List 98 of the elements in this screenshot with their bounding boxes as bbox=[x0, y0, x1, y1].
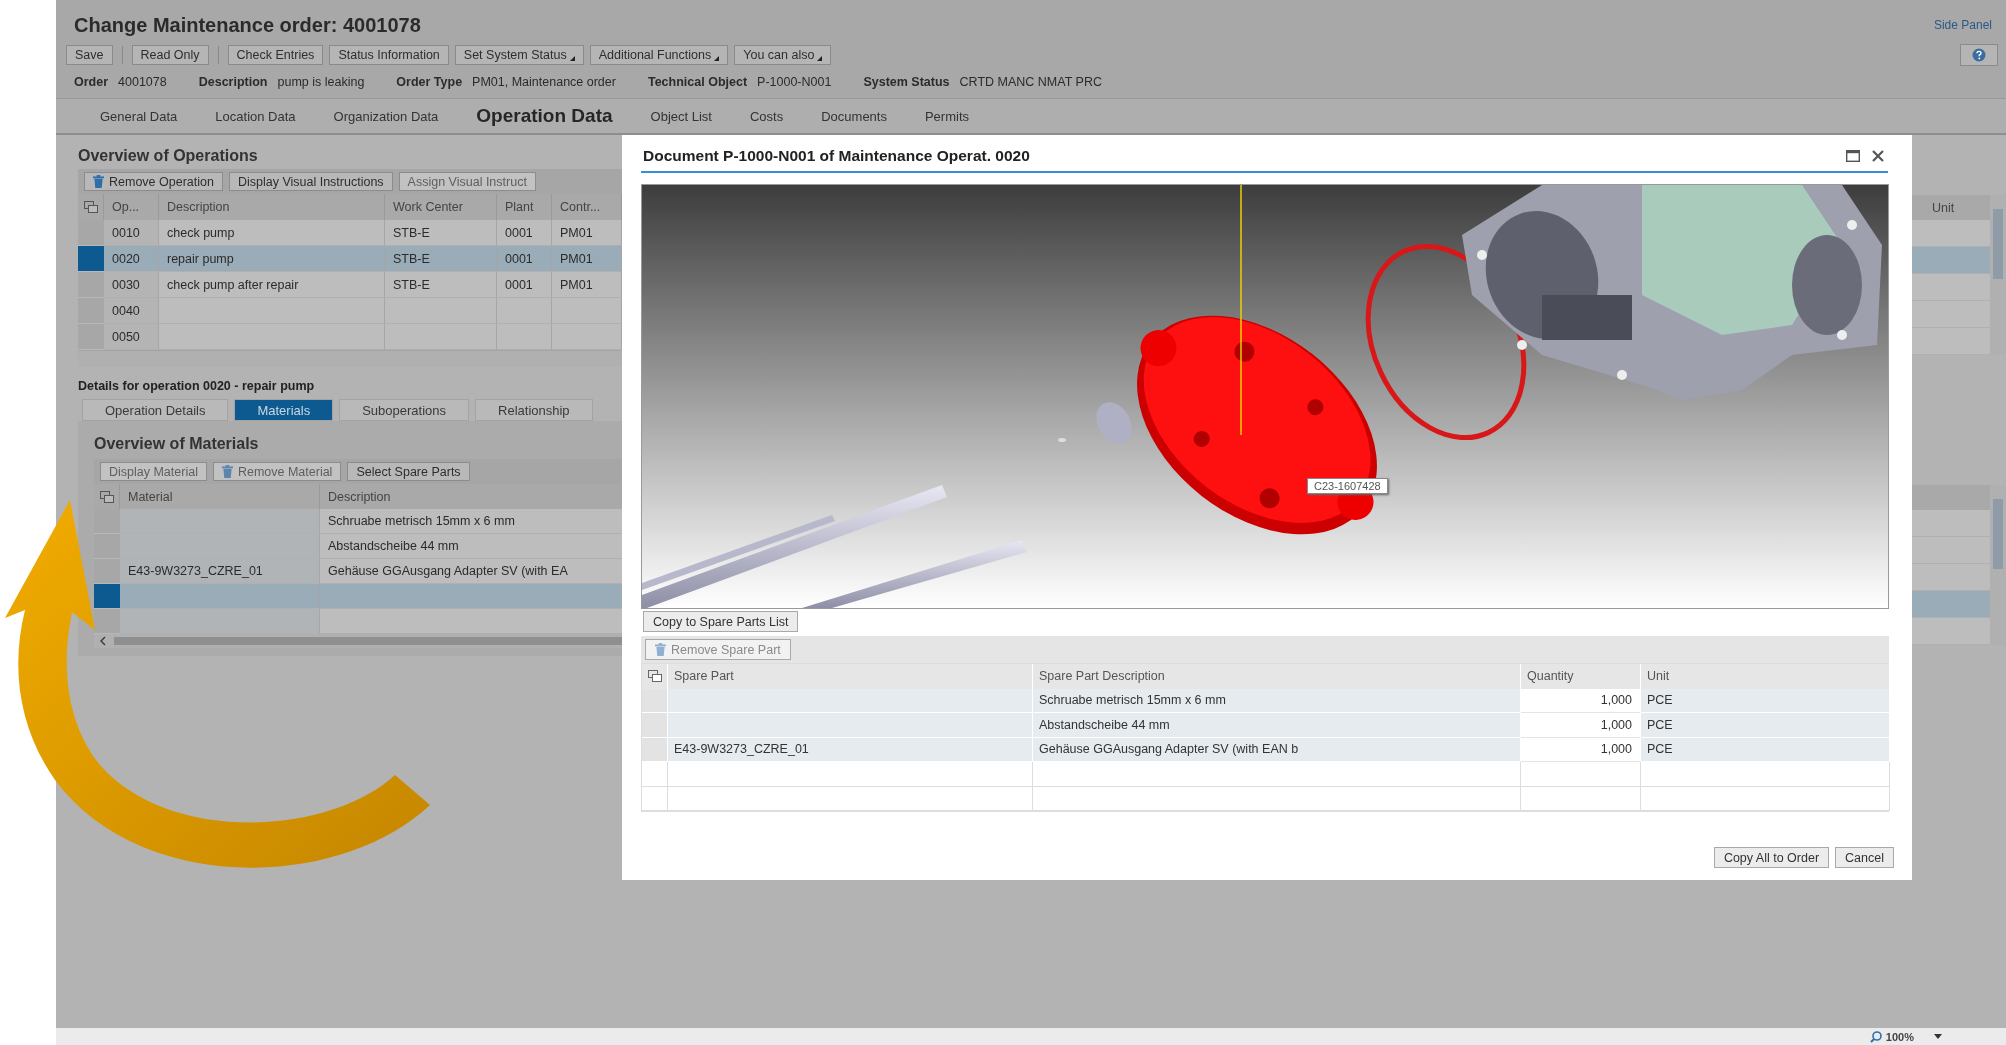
toolbar-button[interactable]: Remove Operation bbox=[84, 172, 223, 191]
toolbar-button[interactable]: Additional Functions bbox=[589, 45, 729, 65]
table-cell: PCE bbox=[1641, 688, 1890, 713]
table-cell: repair pump bbox=[159, 246, 385, 272]
field-label: System Status bbox=[863, 75, 950, 91]
table-cell: check pump after repair bbox=[159, 272, 385, 298]
dropdown-icon bbox=[714, 56, 720, 61]
field-label: Technical Object bbox=[647, 75, 748, 91]
tab[interactable]: Materials bbox=[234, 399, 334, 421]
tab[interactable]: Object List bbox=[636, 108, 726, 124]
table-cell: 0020 bbox=[104, 246, 159, 272]
field-label: Description bbox=[198, 75, 268, 91]
scrollbar-thumb[interactable] bbox=[114, 637, 622, 645]
table-cell: STB-E bbox=[385, 246, 497, 272]
tab[interactable]: Documents bbox=[807, 108, 901, 124]
column-settings-icon[interactable] bbox=[84, 201, 98, 213]
toolbar-button[interactable]: Read Only bbox=[131, 45, 209, 65]
help-icon bbox=[1972, 48, 1986, 62]
trash-icon bbox=[221, 465, 233, 478]
dialog-title: Document P-1000-N001 of Maintenance Operat. 0020 bbox=[643, 147, 1031, 165]
section-title: Overview of Materials bbox=[94, 435, 260, 453]
section-title: Overview of Operations bbox=[78, 147, 259, 165]
table-cell: PM01 bbox=[552, 272, 622, 298]
toolbar-button[interactable]: Select Spare Parts bbox=[347, 462, 470, 481]
field-value: P-1000-N001 bbox=[757, 75, 832, 91]
zoom-icon[interactable] bbox=[1869, 1030, 1882, 1043]
trash-icon bbox=[655, 643, 666, 656]
table-cell: E43-9W3273_CZRE_01 bbox=[668, 737, 1033, 762]
table-cell: Abstandscheibe 44 mm bbox=[1033, 713, 1521, 738]
table-cell: 0001 bbox=[497, 246, 552, 272]
field-value: pump is leaking bbox=[277, 75, 365, 91]
table-cell: STB-E bbox=[385, 272, 497, 298]
column-settings-icon[interactable] bbox=[648, 670, 662, 683]
scroll-left-icon[interactable] bbox=[100, 636, 106, 646]
dialog-button[interactable]: Cancel bbox=[1835, 847, 1894, 868]
trash-icon bbox=[93, 175, 104, 188]
table-cell bbox=[552, 298, 622, 324]
column-header: Contr... bbox=[552, 194, 622, 220]
column-header: Op... bbox=[104, 194, 159, 220]
table-cell: Gehäuse GGAusgang Adapter SV (with EAN b bbox=[1033, 737, 1521, 762]
dropdown-icon bbox=[817, 56, 823, 61]
field-label: Order bbox=[74, 75, 109, 91]
field-value: CRTD MANC NMAT PRC bbox=[959, 75, 1102, 91]
tab[interactable]: Relationship bbox=[475, 399, 593, 421]
table-cell bbox=[552, 324, 622, 350]
table-cell: check pump bbox=[159, 220, 385, 246]
column-header: Description bbox=[159, 194, 385, 220]
tab[interactable]: Location Data bbox=[201, 108, 310, 124]
toolbar-button[interactable]: Status Information bbox=[329, 45, 449, 65]
tab[interactable]: Costs bbox=[735, 108, 798, 124]
row-selector[interactable] bbox=[78, 246, 104, 272]
table-cell: STB-E bbox=[385, 220, 497, 246]
caret-icon[interactable] bbox=[1934, 1034, 1942, 1039]
tab[interactable]: Operation Details bbox=[82, 399, 229, 421]
side-panel-link[interactable]: Side Panel bbox=[1933, 18, 1992, 32]
column-header: Work Center bbox=[385, 194, 497, 220]
zoom-level: 100% bbox=[1885, 1030, 1914, 1043]
column-settings-icon[interactable] bbox=[100, 490, 114, 503]
details-title: Details for operation 0020 - repair pump bbox=[78, 379, 316, 393]
tab[interactable]: General Data bbox=[86, 108, 192, 124]
table-cell: PCE bbox=[1641, 713, 1890, 738]
table-cell: E43-9W3273_CZRE_01 bbox=[120, 559, 320, 584]
page-title: Change Maintenance order: 4001078 bbox=[74, 13, 421, 37]
help-button[interactable] bbox=[1960, 44, 1998, 66]
table-cell: PM01 bbox=[552, 246, 622, 272]
part-label: C23-1607428 bbox=[1307, 478, 1388, 494]
toolbar-button[interactable]: Display Visual Instructions bbox=[228, 172, 393, 191]
field-value: 4001078 bbox=[118, 75, 167, 91]
field-label: Order Type bbox=[396, 75, 463, 91]
field-value: PM01, Maintenance order bbox=[472, 75, 616, 91]
copy-to-list-button[interactable]: Copy to Spare Parts List bbox=[643, 611, 799, 632]
column-header: Unit bbox=[1931, 199, 1956, 217]
column-header: Spare Part Description bbox=[1033, 664, 1521, 689]
table-cell: PCE bbox=[1641, 737, 1890, 762]
exploded-pump-drawing[interactable] bbox=[642, 185, 1888, 608]
tab[interactable]: Permits bbox=[910, 108, 983, 124]
dialog-button[interactable]: Copy All to Order bbox=[1713, 847, 1830, 868]
column-header: Spare Part bbox=[668, 664, 1033, 689]
table-cell: 0001 bbox=[497, 272, 552, 298]
horizontal-scrollbar[interactable] bbox=[94, 634, 622, 648]
tab[interactable]: Suboperations bbox=[339, 399, 470, 421]
tab[interactable]: Organization Data bbox=[319, 108, 453, 124]
toolbar-button[interactable]: You can also bbox=[734, 45, 832, 65]
toolbar-button[interactable]: Set System Status bbox=[454, 45, 584, 65]
close-icon[interactable] bbox=[1872, 150, 1884, 162]
table-cell: PM01 bbox=[552, 220, 622, 246]
maximize-icon[interactable] bbox=[1846, 150, 1860, 162]
table-cell: 0001 bbox=[497, 220, 552, 246]
toolbar-button[interactable]: Save bbox=[66, 45, 113, 65]
tab[interactable]: Operation Data bbox=[462, 105, 627, 127]
row-selector[interactable] bbox=[94, 584, 120, 609]
column-header: Unit bbox=[1641, 664, 1890, 689]
table-cell bbox=[497, 324, 552, 350]
column-header: Plant bbox=[497, 194, 552, 220]
toolbar-button[interactable]: Check Entries bbox=[227, 45, 324, 65]
dropdown-icon bbox=[569, 56, 575, 61]
table-cell: Schruabe metrisch 15mm x 6 mm bbox=[1033, 688, 1521, 713]
column-header: Quantity bbox=[1521, 664, 1641, 689]
